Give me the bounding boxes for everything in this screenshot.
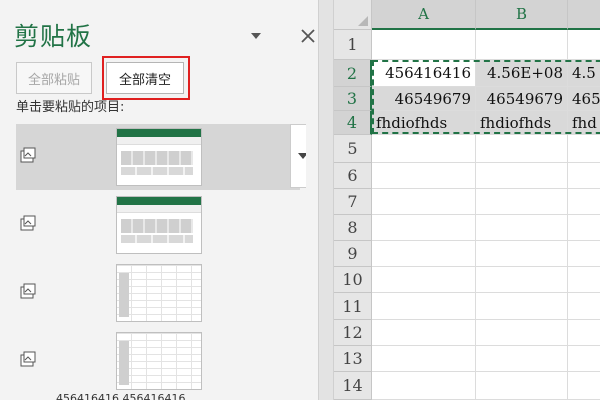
row-header-11[interactable]: 11	[334, 293, 372, 320]
picture-type-icon	[18, 214, 38, 234]
clipboard-instruction: 单击要粘贴的项目:	[16, 100, 125, 115]
paste-all-button[interactable]: 全部粘贴	[16, 62, 92, 94]
column-header-b[interactable]: B	[476, 0, 568, 30]
cell-a4[interactable]: fhdiofhds	[372, 111, 476, 135]
cell-c6[interactable]	[568, 163, 600, 189]
pane-scrollbar[interactable]	[306, 124, 318, 400]
row-header-13[interactable]: 13	[334, 346, 372, 372]
clipboard-thumbnail	[116, 332, 202, 390]
row-header-2[interactable]: 2	[334, 60, 372, 87]
row-header-12[interactable]: 12	[334, 320, 372, 346]
cell-c4[interactable]: fhd	[568, 111, 600, 135]
cell-b12[interactable]	[476, 320, 568, 346]
cell-c5[interactable]	[568, 135, 600, 163]
column-header-a[interactable]: A	[372, 0, 476, 30]
row-header-5[interactable]: 5	[334, 135, 372, 163]
cell-a7[interactable]	[372, 189, 476, 215]
row-header-9[interactable]: 9	[334, 241, 372, 267]
cell-b6[interactable]	[476, 163, 568, 189]
row-header-3[interactable]: 3	[334, 87, 372, 111]
cell-c3[interactable]: 465	[568, 87, 600, 111]
cell-c8[interactable]	[568, 215, 600, 241]
cell-a1[interactable]	[372, 30, 476, 60]
clipboard-title: 剪贴板	[14, 22, 93, 51]
cell-a5[interactable]	[372, 135, 476, 163]
picture-type-icon	[18, 146, 38, 166]
cell-a12[interactable]	[372, 320, 476, 346]
close-icon[interactable]	[296, 24, 320, 48]
cell-a14[interactable]	[372, 372, 476, 400]
pane-options-chevron-icon[interactable]	[246, 28, 266, 44]
picture-type-icon	[18, 350, 38, 370]
cell-b5[interactable]	[476, 135, 568, 163]
clear-all-button[interactable]: 全部清空	[106, 62, 184, 94]
clipboard-item[interactable]	[16, 192, 300, 258]
cell-a11[interactable]	[372, 293, 476, 320]
clipboard-text-item-preview[interactable]: 456416416 456416416	[56, 392, 185, 400]
cell-b1[interactable]	[476, 30, 568, 60]
cell-a2[interactable]: 456416416	[372, 60, 476, 87]
cell-b10[interactable]	[476, 267, 568, 293]
clipboard-item[interactable]	[16, 328, 300, 394]
cell-b7[interactable]	[476, 189, 568, 215]
cell-b3[interactable]: 46549679	[476, 87, 568, 111]
cell-b14[interactable]	[476, 372, 568, 400]
cell-b11[interactable]	[476, 293, 568, 320]
cell-c14[interactable]	[568, 372, 600, 400]
cell-c10[interactable]	[568, 267, 600, 293]
clipboard-item-list	[0, 124, 318, 400]
row-header-10[interactable]: 10	[334, 267, 372, 293]
cell-c13[interactable]	[568, 346, 600, 372]
select-all-corner[interactable]	[334, 0, 372, 30]
cell-c11[interactable]	[568, 293, 600, 320]
cell-b4[interactable]: fhdiofhds	[476, 111, 568, 135]
row-header-6[interactable]: 6	[334, 163, 372, 189]
cell-a8[interactable]	[372, 215, 476, 241]
column-header-c[interactable]	[568, 0, 600, 30]
clipboard-thumbnail	[116, 264, 202, 322]
cell-a3[interactable]: 46549679	[372, 87, 476, 111]
spreadsheet-grid: A B 1 2 3 4 5 6 7 8 9 10 11 12 13 14 456416416 4.56E+…	[334, 0, 600, 400]
cell-c12[interactable]	[568, 320, 600, 346]
row-header-1[interactable]: 1	[334, 30, 372, 60]
clipboard-thumbnail	[116, 196, 202, 254]
cell-a9[interactable]	[372, 241, 476, 267]
row-header-7[interactable]: 7	[334, 189, 372, 215]
cell-c9[interactable]	[568, 241, 600, 267]
row-header-14[interactable]: 14	[334, 372, 372, 400]
row-header-8[interactable]: 8	[334, 215, 372, 241]
clipboard-thumbnail	[116, 128, 202, 186]
cell-b8[interactable]	[476, 215, 568, 241]
clipboard-item[interactable]	[16, 260, 300, 326]
cell-c1[interactable]	[568, 30, 600, 60]
row-header-4[interactable]: 4	[334, 111, 372, 135]
pane-splitter[interactable]	[318, 0, 334, 400]
cell-a13[interactable]	[372, 346, 476, 372]
cell-b9[interactable]	[476, 241, 568, 267]
cell-c2[interactable]: 4.5	[568, 60, 600, 87]
picture-type-icon	[18, 282, 38, 302]
cell-a10[interactable]	[372, 267, 476, 293]
cell-a6[interactable]	[372, 163, 476, 189]
cell-b2[interactable]: 4.56E+08	[476, 60, 568, 87]
cell-b13[interactable]	[476, 346, 568, 372]
clipboard-pane: 剪贴板 全部粘贴 全部清空 单击要粘贴的项目: 456416416 456416…	[0, 0, 318, 400]
clipboard-item[interactable]	[16, 124, 316, 190]
cell-c7[interactable]	[568, 189, 600, 215]
